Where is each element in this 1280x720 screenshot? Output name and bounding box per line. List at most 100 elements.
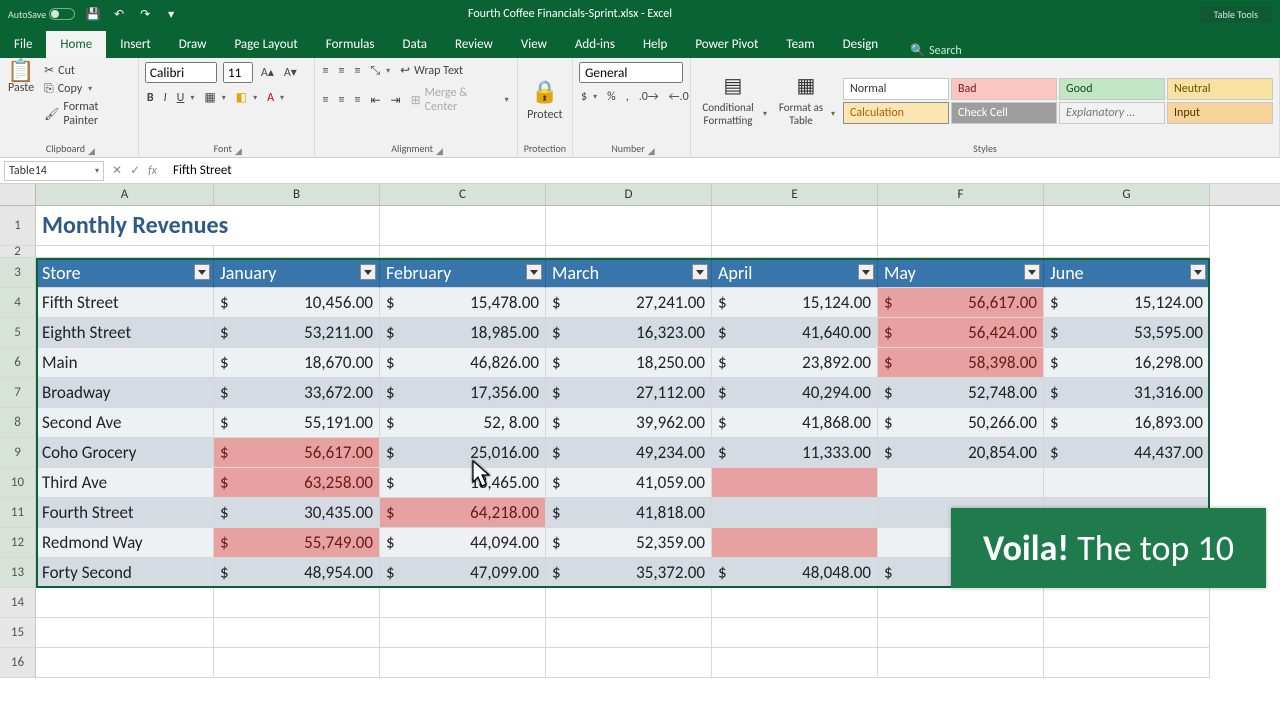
col-head-D[interactable]: D [546, 184, 712, 205]
worksheet-area[interactable]: ABCDEFG 1Monthly Revenues23StoreJanuaryF… [0, 184, 1280, 720]
table-cell-value[interactable] [712, 468, 878, 498]
table-cell-store[interactable]: Main [36, 348, 214, 378]
empty-cell[interactable] [36, 246, 214, 258]
filter-dropdown-icon[interactable] [858, 264, 874, 280]
empty-cell[interactable] [214, 618, 380, 648]
style-check-cell[interactable]: Check Cell [951, 102, 1057, 124]
empty-cell[interactable] [878, 648, 1044, 678]
table-cell-value[interactable]: $18,985.00 [380, 318, 546, 348]
tab-team[interactable]: Team [772, 31, 828, 58]
font-color-button[interactable]: A▾ [265, 90, 286, 106]
table-cell-store[interactable]: Fourth Street [36, 498, 214, 528]
decrease-indent-icon[interactable]: ⇤ [368, 92, 382, 109]
empty-cell[interactable] [712, 648, 878, 678]
protect-button[interactable]: Protect [525, 107, 564, 123]
name-box[interactable]: Table14 ▾ [4, 161, 104, 181]
percent-format-button[interactable]: % [605, 89, 618, 105]
wrap-text-button[interactable]: ↩Wrap Text [398, 62, 465, 79]
table-cell-value[interactable]: $40,294.00 [712, 378, 878, 408]
col-head-A[interactable]: A [36, 184, 214, 205]
row-head-5[interactable]: 5 [0, 318, 36, 348]
table-header-may[interactable]: May [878, 258, 1044, 288]
table-cell-value[interactable]: $23,892.00 [712, 348, 878, 378]
conditional-formatting-button[interactable]: Conditional Formatting▾ [697, 100, 769, 128]
table-cell-value[interactable]: $41,818.00 [546, 498, 712, 528]
table-cell-value[interactable]: $39,962.00 [546, 408, 712, 438]
filter-dropdown-icon[interactable] [1190, 264, 1206, 280]
table-cell-value[interactable]: $16,893.00 [1044, 408, 1210, 438]
table-cell-value[interactable]: $44,437.00 [1044, 438, 1210, 468]
decrease-font-icon[interactable]: A▾ [282, 64, 299, 81]
row-head-14[interactable]: 14 [0, 588, 36, 618]
row-head-4[interactable]: 4 [0, 288, 36, 318]
table-header-april[interactable]: April [712, 258, 878, 288]
table-cell-value[interactable]: $48,048.00 [712, 558, 878, 588]
col-head-C[interactable]: C [380, 184, 546, 205]
conditional-formatting-icon[interactable]: ▤ [724, 73, 743, 98]
row-head-16[interactable]: 16 [0, 648, 36, 678]
table-cell-value[interactable]: $27,112.00 [546, 378, 712, 408]
format-painter-button[interactable]: 🖌Format Painter [42, 99, 132, 129]
increase-decimal-button[interactable]: .0→ [637, 89, 661, 105]
autosave-toggle[interactable]: AutoSave [8, 8, 75, 21]
tab-help[interactable]: Help [629, 31, 681, 58]
table-cell-value[interactable]: $15,478.00 [380, 288, 546, 318]
cell-styles-gallery[interactable]: Normal Bad Good Neutral Calculation Chec… [843, 78, 1273, 124]
tab-power-pivot[interactable]: Power Pivot [681, 31, 772, 58]
table-cell-value[interactable]: $55,749.00 [214, 528, 380, 558]
row-head-12[interactable]: 12 [0, 528, 36, 558]
tab-design[interactable]: Design [829, 31, 892, 58]
table-cell-store[interactable]: Coho Grocery [36, 438, 214, 468]
table-cell-value[interactable] [1044, 468, 1210, 498]
table-cell-value[interactable]: $44,094.00 [380, 528, 546, 558]
align-top-icon[interactable]: ≡ [321, 63, 331, 79]
empty-cell[interactable] [712, 588, 878, 618]
table-cell-value[interactable]: $30,435.00 [214, 498, 380, 528]
table-cell-value[interactable]: $64,218.00 [380, 498, 546, 528]
table-cell-value[interactable]: $18,250.00 [546, 348, 712, 378]
bold-button[interactable]: B [145, 90, 156, 106]
borders-button[interactable]: ▦▾ [202, 89, 227, 106]
empty-cell[interactable] [712, 206, 878, 246]
empty-cell[interactable] [1044, 588, 1210, 618]
table-cell-value[interactable]: $15,124.00 [1044, 288, 1210, 318]
table-cell-value[interactable]: $52, 8.00 [380, 408, 546, 438]
col-head-E[interactable]: E [712, 184, 878, 205]
increase-font-icon[interactable]: A▴ [259, 64, 276, 81]
empty-cell[interactable] [380, 648, 546, 678]
tab-data[interactable]: Data [389, 31, 442, 58]
empty-cell[interactable] [380, 588, 546, 618]
align-bottom-icon[interactable]: ≡ [352, 63, 362, 79]
table-cell-value[interactable]: $25,016.00 [380, 438, 546, 468]
copy-button[interactable]: ⎘Copy▾ [42, 81, 132, 97]
tab-draw[interactable]: Draw [165, 31, 221, 58]
table-cell-store[interactable]: Redmond Way [36, 528, 214, 558]
tab-formulas[interactable]: Formulas [312, 31, 389, 58]
empty-cell[interactable] [712, 246, 878, 258]
row-head-1[interactable]: 1 [0, 206, 36, 246]
align-center-icon[interactable]: ≡ [336, 92, 346, 108]
empty-cell[interactable] [1044, 246, 1210, 258]
col-head-B[interactable]: B [214, 184, 380, 205]
style-bad[interactable]: Bad [951, 78, 1057, 100]
table-cell-store[interactable]: Forty Second [36, 558, 214, 588]
table-cell-value[interactable]: $10,456.00 [214, 288, 380, 318]
font-name-combo[interactable] [145, 62, 217, 83]
underline-button[interactable]: U▾ [175, 90, 197, 106]
table-cell-value[interactable]: $52,748.00 [878, 378, 1044, 408]
italic-button[interactable]: I [162, 90, 169, 106]
quickaccess-custom-icon[interactable]: ▾ [163, 6, 179, 22]
table-cell-value[interactable]: $20,854.00 [878, 438, 1044, 468]
align-middle-icon[interactable]: ≡ [336, 63, 346, 79]
empty-cell[interactable] [878, 246, 1044, 258]
filter-dropdown-icon[interactable] [194, 264, 210, 280]
table-cell-value[interactable]: $31,316.00 [1044, 378, 1210, 408]
col-head-F[interactable]: F [878, 184, 1044, 205]
style-explanatory[interactable]: Explanatory … [1059, 102, 1165, 124]
empty-cell[interactable] [214, 246, 380, 258]
tab-addins[interactable]: Add-ins [561, 31, 629, 58]
style-input[interactable]: Input [1167, 102, 1273, 124]
save-icon[interactable]: 💾 [85, 6, 101, 22]
table-cell-value[interactable]: $17,356.00 [380, 378, 546, 408]
table-cell-store[interactable]: Third Ave [36, 468, 214, 498]
